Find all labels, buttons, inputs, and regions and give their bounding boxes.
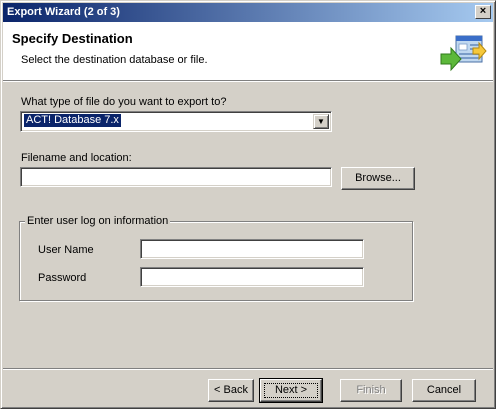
close-icon: × <box>479 5 487 17</box>
filename-input[interactable] <box>20 167 332 187</box>
cancel-button[interactable]: Cancel <box>412 379 476 402</box>
export-wizard-icon <box>440 35 487 72</box>
chevron-down-icon: ▼ <box>317 117 325 126</box>
username-label: User Name <box>38 244 94 256</box>
footer-divider <box>3 368 493 370</box>
back-button[interactable]: < Back <box>208 379 254 402</box>
header-divider <box>3 80 493 82</box>
logon-groupbox <box>19 221 413 301</box>
next-button[interactable]: Next > <box>259 378 323 403</box>
page-title: Specify Destination <box>12 31 133 46</box>
export-wizard-dialog: Export Wizard (2 of 3) × Specify Destina… <box>0 0 496 409</box>
username-input[interactable] <box>140 239 364 259</box>
file-type-label: What type of file do you want to export … <box>21 96 227 108</box>
logon-group-label: Enter user log on information <box>25 215 171 227</box>
close-button[interactable]: × <box>475 5 491 19</box>
page-subtitle: Select the destination database or file. <box>21 54 208 66</box>
file-type-select[interactable]: ACT! Database 7.x ▼ <box>20 111 332 132</box>
window-title: Export Wizard (2 of 3) <box>7 6 120 18</box>
password-input[interactable] <box>140 267 364 287</box>
title-bar[interactable]: Export Wizard (2 of 3) × <box>3 3 493 22</box>
password-label: Password <box>38 272 87 284</box>
dropdown-button[interactable]: ▼ <box>313 114 329 129</box>
focus-rectangle <box>264 383 318 398</box>
filename-label: Filename and location: <box>21 152 132 164</box>
wizard-header: Specify Destination Select the destinati… <box>3 22 493 80</box>
browse-button[interactable]: Browse... <box>341 167 415 190</box>
finish-button: Finish <box>340 379 402 402</box>
file-type-selected-value: ACT! Database 7.x <box>24 114 121 127</box>
